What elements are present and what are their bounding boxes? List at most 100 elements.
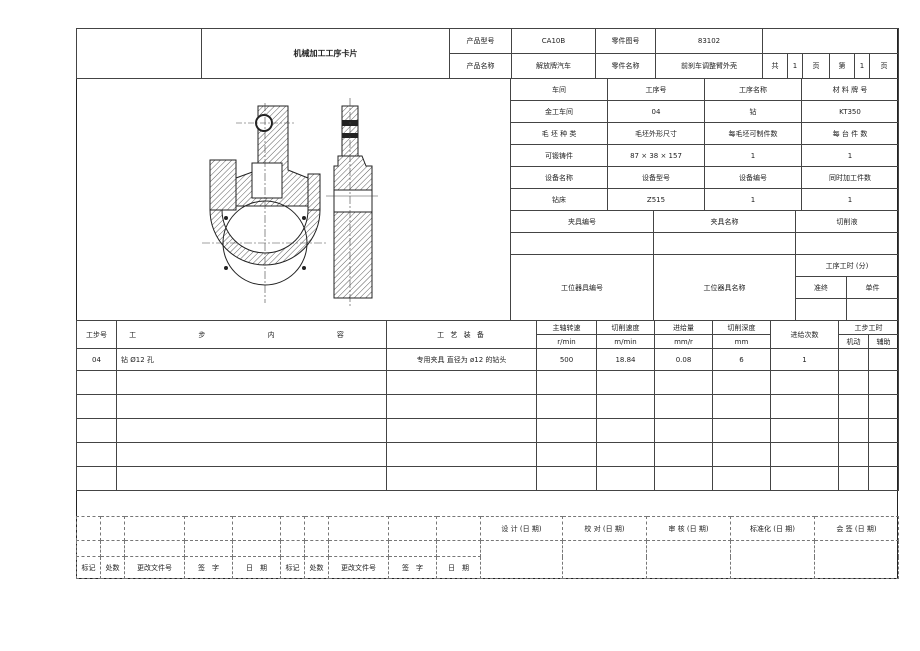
info-cell: 04 xyxy=(607,100,705,123)
info-cell: 钻 xyxy=(704,100,802,123)
info-cell: 可锻铸件 xyxy=(510,144,608,167)
spindle-unit: r/min xyxy=(536,334,597,349)
depth-unit: mm xyxy=(712,334,771,349)
info-cell: 1 xyxy=(801,188,899,211)
part-name: 前刹车调整臂外壳 xyxy=(655,53,763,79)
review-label: 审 核 (日 期) xyxy=(646,516,731,541)
info-table: 车间 工序号 工序名称材 料 牌 号 金工车间 04 钻 KT350 毛 坯 种 类毛坯外… xyxy=(510,78,899,211)
info-cell: 1 xyxy=(704,144,802,167)
info-cell: 每 台 件 数 xyxy=(801,122,899,145)
info-cell: 1 xyxy=(801,144,899,167)
product-model-label: 产品型号 xyxy=(449,28,512,54)
fixture-no-label: 夹具编号 xyxy=(510,210,654,233)
step-aux-time xyxy=(868,348,899,371)
footer-table: 设 计 (日 期) 校 对 (日 期) 审 核 (日 期) 标准化 (日 期) … xyxy=(76,516,899,579)
table-row xyxy=(76,466,899,491)
coolant-value xyxy=(795,232,899,255)
header-table: 机械加工工序卡片 产品型号 CA10B 零件图号 83102 产品名称 解放牌汽… xyxy=(76,28,900,79)
info-cell: KT350 xyxy=(801,100,899,123)
front-view xyxy=(202,103,328,303)
step-cut-speed: 18.84 xyxy=(596,348,655,371)
step-time-header: 工步工时 xyxy=(838,320,899,335)
aux-time-header: 辅助 xyxy=(868,334,899,349)
change-doc-label-2: 更改文件号 xyxy=(328,556,389,579)
station-tool-no-label: 工位器具编号 xyxy=(510,254,654,321)
info-cell: 工序号 xyxy=(607,78,705,101)
count-label-2: 处数 xyxy=(304,556,329,579)
part-no-label: 零件图号 xyxy=(595,28,656,54)
coolant-label: 切削液 xyxy=(795,210,899,233)
steps-table: 工步号 工 步 内 容 工 艺 装 备 主轴转速 切削速度 进给量 切削深度 进… xyxy=(76,320,899,491)
fixture-name-label: 夹具名称 xyxy=(653,210,796,233)
info-cell: 设备名称 xyxy=(510,166,608,189)
feed-header: 进给量 xyxy=(654,320,713,335)
part-name-label: 零件名称 xyxy=(595,53,656,79)
depth-header: 切削深度 xyxy=(712,320,771,335)
info-cell: Z515 xyxy=(607,188,705,211)
info-cell: 工序名称 xyxy=(704,78,802,101)
info-cell: 毛坯外形尺寸 xyxy=(607,122,705,145)
step-equipment: 专用夹具 直径为 ø12 的钻头 xyxy=(386,348,537,371)
cut-speed-unit: m/min xyxy=(596,334,655,349)
current-label: 第 xyxy=(829,53,855,79)
table-row: 04 钻 Ø12 孔 专用夹具 直径为 ø12 的钻头 500 18.84 0.… xyxy=(76,348,899,371)
fixture-table: 夹具编号 夹具名称 切削液 工位器具编号 工位器具名称 工序工时 (分) 准终 … xyxy=(510,210,899,321)
content-header: 工 步 内 容 xyxy=(116,320,387,349)
mark-label: 标记 xyxy=(76,556,101,579)
op-time-label: 工序工时 (分) xyxy=(795,254,899,277)
step-machine-time xyxy=(838,348,869,371)
change-doc-label: 更改文件号 xyxy=(124,556,185,579)
table-row xyxy=(76,418,899,443)
countersign-label: 会 签 (日 期) xyxy=(814,516,899,541)
spindle-header: 主轴转速 xyxy=(536,320,597,335)
feed-unit: mm/r xyxy=(654,334,713,349)
equipment-header: 工 艺 装 备 xyxy=(386,320,537,349)
fixture-no-value xyxy=(510,232,654,255)
station-tool-name-label: 工位器具名称 xyxy=(653,254,796,321)
step-feed: 0.08 xyxy=(654,348,713,371)
info-cell: 87 × 38 × 157 xyxy=(607,144,705,167)
info-cell: 1 xyxy=(704,188,802,211)
step-no: 04 xyxy=(76,348,117,371)
sign-label: 签 字 xyxy=(184,556,233,579)
count-label: 处数 xyxy=(100,556,125,579)
product-name: 解放牌汽车 xyxy=(511,53,596,79)
step-passes: 1 xyxy=(770,348,839,371)
cut-speed-header: 切削速度 xyxy=(596,320,655,335)
page-unit-2: 页 xyxy=(868,53,900,79)
fixture-name-value xyxy=(653,232,796,255)
date-label-2: 日 期 xyxy=(436,556,481,579)
table-row xyxy=(76,442,899,467)
part-no: 83102 xyxy=(655,28,763,54)
step-no-header: 工步号 xyxy=(76,320,117,349)
step-content: 钻 Ø12 孔 xyxy=(116,348,387,371)
table-row xyxy=(76,370,899,395)
total-pages: 1 xyxy=(787,53,803,79)
page-unit: 页 xyxy=(802,53,830,79)
info-cell: 金工车间 xyxy=(510,100,608,123)
unit-label: 单件 xyxy=(846,276,899,299)
info-cell: 毛 坯 种 类 xyxy=(510,122,608,145)
prep-end-label: 准终 xyxy=(795,276,847,299)
drawing-svg xyxy=(202,98,378,306)
header-blank-right xyxy=(761,28,900,54)
step-depth: 6 xyxy=(712,348,771,371)
table-row xyxy=(76,394,899,419)
part-drawing xyxy=(76,78,510,321)
sign-label-2: 签 字 xyxy=(388,556,437,579)
design-label: 设 计 (日 期) xyxy=(480,516,563,541)
check-label: 校 对 (日 期) xyxy=(562,516,647,541)
current-page: 1 xyxy=(854,53,870,79)
info-cell: 同时加工件数 xyxy=(801,166,899,189)
info-cell: 设备型号 xyxy=(607,166,705,189)
info-cell: 设备编号 xyxy=(704,166,802,189)
prep-end-value xyxy=(795,298,847,321)
info-cell: 材 料 牌 号 xyxy=(801,78,899,101)
card-title: 机械加工工序卡片 xyxy=(201,28,450,79)
product-name-label: 产品名称 xyxy=(449,53,512,79)
standard-label: 标准化 (日 期) xyxy=(730,516,815,541)
machine-time-header: 机动 xyxy=(838,334,869,349)
total-label: 共 xyxy=(762,53,788,79)
product-model: CA10B xyxy=(511,28,596,54)
mark-label-2: 标记 xyxy=(280,556,305,579)
